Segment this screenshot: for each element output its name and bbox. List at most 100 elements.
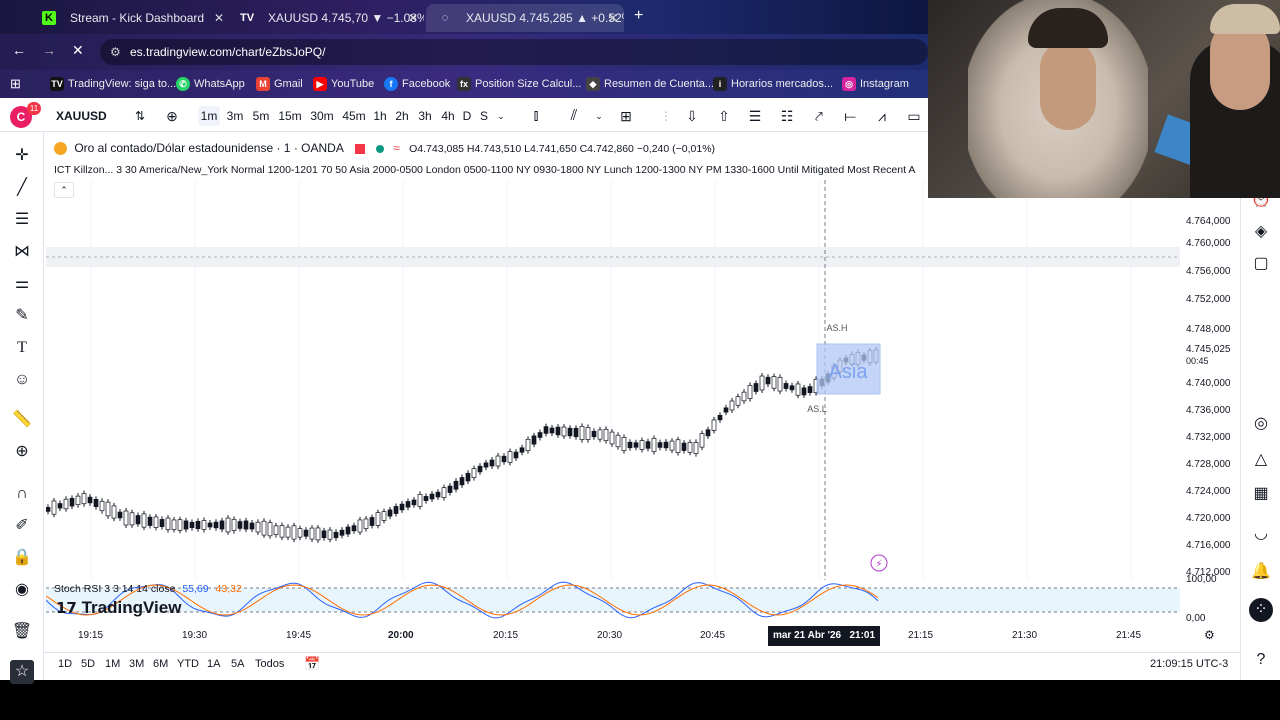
interval-15m[interactable]: 15m bbox=[276, 106, 304, 126]
chevron-down-icon[interactable]: ⌄ bbox=[494, 106, 508, 126]
tab-kick[interactable]: K Stream - Kick Dashboard ✕ bbox=[30, 4, 230, 32]
interval-2h[interactable]: 2h bbox=[393, 106, 411, 126]
tab-xauusd-1[interactable]: TV XAUUSD 4.745,70 ▼ −1.08% Sin ✕ bbox=[228, 4, 424, 32]
rectangle-tool-icon[interactable]: ▭ bbox=[904, 106, 924, 126]
calendar-icon[interactable]: ▦ bbox=[1249, 482, 1273, 506]
bookmark-resumen[interactable]: ◆ Resumen de Cuenta... bbox=[586, 70, 714, 98]
trash-icon[interactable]: 🗑 bbox=[10, 620, 34, 644]
symbol-search[interactable]: XAUUSD bbox=[50, 106, 138, 126]
parallel-lines-icon[interactable]: ☰ bbox=[10, 208, 34, 232]
bookmark-facebook[interactable]: f Facebook bbox=[384, 70, 450, 98]
position-tool-icon[interactable]: ☷ bbox=[777, 106, 797, 126]
gann-fib-icon[interactable]: ⚌ bbox=[10, 272, 34, 296]
range-1a[interactable]: 1A bbox=[207, 658, 220, 670]
calendar-range-icon[interactable]: 📅 bbox=[304, 656, 320, 672]
path-tool-icon[interactable]: ⤤ bbox=[809, 106, 829, 126]
site-info-icon[interactable]: ⚙ bbox=[110, 39, 121, 65]
crosshair-icon[interactable]: ✛ bbox=[10, 144, 34, 168]
rsi-legend[interactable]: Stoch RSI 3 3 14 14 close 55,69 43,32 bbox=[54, 583, 242, 595]
flag-icon[interactable] bbox=[354, 143, 365, 154]
bookmark-horarios[interactable]: i Horarios mercados... bbox=[713, 70, 833, 98]
interval-3h[interactable]: 3h bbox=[416, 106, 434, 126]
interval-1h[interactable]: 1h bbox=[371, 106, 389, 126]
interval-d[interactable]: D bbox=[460, 106, 474, 126]
indicator-legend[interactable]: ICT Killzon... 3 30 America/New_York Nor… bbox=[54, 164, 928, 176]
bookmark-instagram[interactable]: ◎ Instagram bbox=[842, 70, 909, 98]
chevron-down-icon[interactable]: ⌄ bbox=[592, 106, 606, 126]
interval-45m[interactable]: 45m bbox=[340, 106, 368, 126]
symbol-options-icon[interactable]: ⇅ bbox=[132, 106, 148, 126]
broadcast-icon[interactable]: ◡ bbox=[1249, 522, 1273, 546]
range-3m[interactable]: 3M bbox=[129, 658, 144, 670]
range-5d[interactable]: 5D bbox=[81, 658, 95, 670]
apps-grid-icon[interactable]: ⁘ bbox=[1249, 598, 1273, 622]
candle-body bbox=[513, 451, 519, 459]
clock-timezone[interactable]: 21:09:15 UTC-3 bbox=[1150, 658, 1228, 670]
zigzag-icon[interactable]: ⩘ bbox=[872, 106, 892, 126]
forward-icon[interactable]: → bbox=[42, 42, 56, 58]
close-tab-icon[interactable]: ✕ bbox=[408, 4, 418, 32]
interval-4h[interactable]: 4h bbox=[439, 106, 457, 126]
price-chart[interactable]: Asia AS.H AS.L ⚡ + bbox=[46, 180, 1180, 580]
price-axis[interactable]: 4.764,000 4.760,000 4.756,000 4.752,000 4.74… bbox=[1180, 180, 1240, 630]
candle-body bbox=[753, 383, 759, 392]
bookmark-youtube[interactable]: ▶ YouTube bbox=[313, 70, 374, 98]
interval-30m[interactable]: 30m bbox=[308, 106, 336, 126]
buy-arrow-icon[interactable]: ⇧ bbox=[714, 106, 734, 126]
range-1d[interactable]: 1D bbox=[58, 658, 72, 670]
asia-low-label: AS.L bbox=[807, 404, 827, 414]
magnet-icon[interactable]: ∩ bbox=[10, 482, 34, 506]
bell-icon[interactable]: 🔔 bbox=[1249, 560, 1273, 584]
layout-templates-icon[interactable]: ⊞ bbox=[616, 106, 636, 126]
interval-3m[interactable]: 3m bbox=[224, 106, 246, 126]
time-axis[interactable]: 19:15 19:30 19:45 20:00 20:15 20:30 20:4… bbox=[46, 626, 1240, 646]
text-tool-icon[interactable]: T bbox=[10, 336, 34, 360]
range-5a[interactable]: 5A bbox=[231, 658, 244, 670]
pattern-icon[interactable]: △ bbox=[1249, 448, 1273, 472]
interval-s[interactable]: S bbox=[477, 106, 491, 126]
indicators-icon[interactable]: ⫽ bbox=[564, 106, 584, 126]
new-tab-icon[interactable]: + bbox=[634, 7, 643, 25]
sell-arrow-icon[interactable]: ⇩ bbox=[682, 106, 702, 126]
close-tab-icon[interactable]: ✕ bbox=[608, 4, 618, 32]
pitchfork-icon[interactable]: ⋈ bbox=[10, 240, 34, 264]
candle-type-icon[interactable]: ⫾ bbox=[526, 106, 546, 126]
drawing-mode-icon[interactable]: ✐ bbox=[10, 514, 34, 538]
fib-tool-icon[interactable]: ☰ bbox=[745, 106, 765, 126]
range-1m[interactable]: 1M bbox=[105, 658, 120, 670]
apps-grid-icon[interactable]: ⊞ bbox=[10, 76, 21, 92]
chat-icon[interactable]: ▢ bbox=[1249, 252, 1273, 276]
candle-body bbox=[489, 459, 495, 467]
trendline-icon[interactable]: ╱ bbox=[10, 176, 34, 200]
interval-5m[interactable]: 5m bbox=[250, 106, 272, 126]
bookmark-position-size[interactable]: fx Position Size Calcul... bbox=[457, 70, 581, 98]
favorites-star-icon[interactable]: ☆ bbox=[10, 660, 34, 684]
back-icon[interactable]: ← bbox=[12, 42, 26, 58]
bookmark-whatsapp[interactable]: ✆ WhatsApp bbox=[176, 70, 245, 98]
bookmark-gmail[interactable]: M Gmail bbox=[256, 70, 303, 98]
tab-xauusd-2[interactable]: ◌ XAUUSD 4.745,285 ▲ +0.52% S ✕ bbox=[426, 4, 624, 32]
ruler-icon[interactable]: 📏 bbox=[10, 408, 34, 432]
candle-body bbox=[363, 518, 369, 529]
candle-body bbox=[381, 511, 387, 521]
zoom-icon[interactable]: ⊕ bbox=[10, 440, 34, 464]
range-todos[interactable]: Todos bbox=[255, 658, 284, 670]
help-icon[interactable]: ? bbox=[1249, 648, 1273, 672]
settings-gear-icon[interactable]: ⚙ bbox=[1204, 628, 1215, 642]
layers-icon[interactable]: ◈ bbox=[1249, 220, 1273, 244]
compare-symbol-icon[interactable]: ⊕ bbox=[162, 106, 182, 126]
url-field[interactable]: ⚙ es.tradingview.com/chart/eZbsJoPQ/ bbox=[100, 39, 928, 65]
range-6m[interactable]: 6M bbox=[153, 658, 168, 670]
bookmark-tradingview[interactable]: TV TradingView: siga to... bbox=[50, 70, 176, 98]
brush-icon[interactable]: ✎ bbox=[10, 304, 34, 328]
eye-icon[interactable]: ◉ bbox=[10, 578, 34, 602]
interval-1m[interactable]: 1m bbox=[198, 106, 220, 126]
stop-icon[interactable]: ✕ bbox=[72, 42, 84, 59]
target-icon[interactable]: ◎ bbox=[1249, 412, 1273, 436]
horizontal-ray-icon[interactable]: ⟝ bbox=[840, 106, 860, 126]
lock-icon[interactable]: 🔒 bbox=[10, 546, 34, 570]
close-tab-icon[interactable]: ✕ bbox=[214, 4, 224, 32]
emoji-icon[interactable]: ☺ bbox=[10, 368, 34, 392]
range-ytd[interactable]: YTD bbox=[177, 658, 199, 670]
candle-body bbox=[339, 529, 345, 536]
